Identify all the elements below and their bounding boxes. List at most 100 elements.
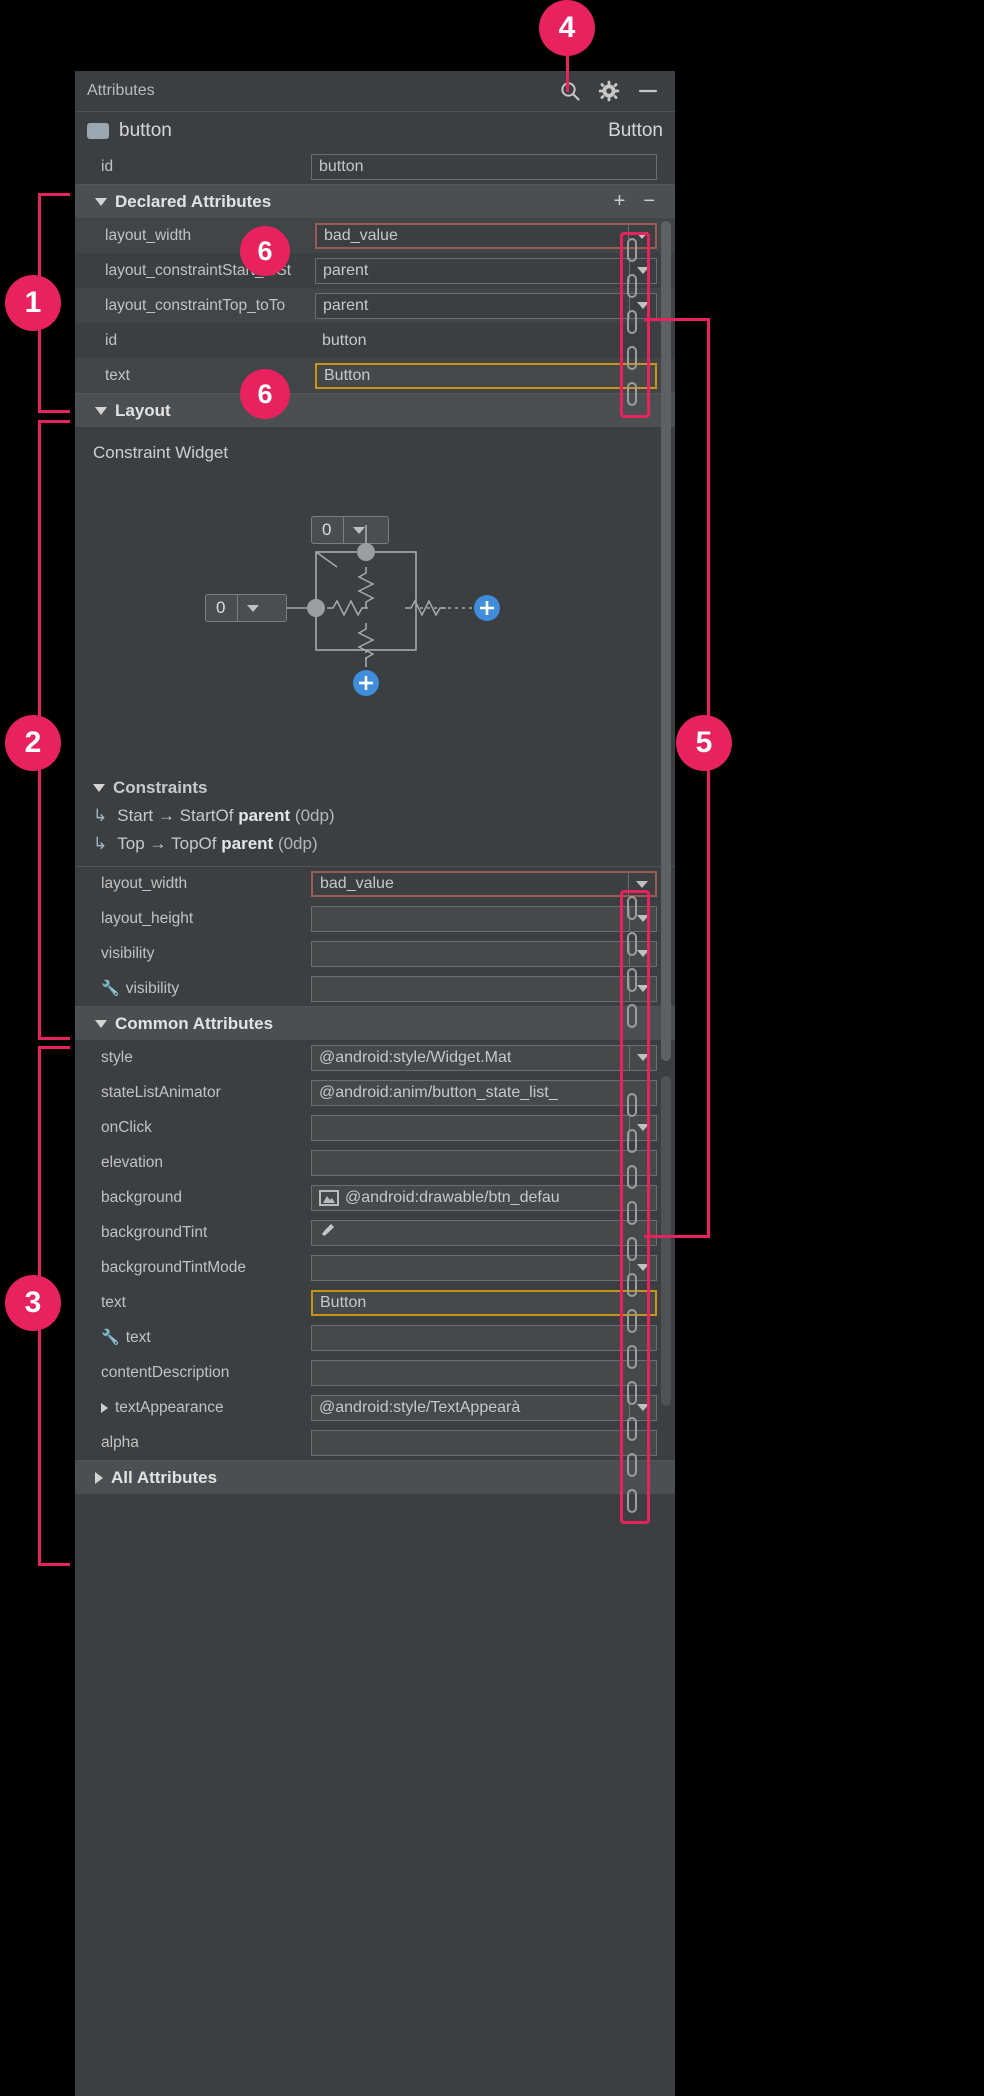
section-all-attributes[interactable]: All Attributes (75, 1460, 675, 1494)
common-row-background[interactable]: background @android:drawable/btn_defau (75, 1180, 675, 1215)
common-row-style[interactable]: style @android:style/Widget.Mat (75, 1040, 675, 1075)
row-label: textAppearance (101, 1399, 311, 1417)
backgroundtintmode-input[interactable] (311, 1254, 657, 1281)
row-label: layout_height (101, 909, 194, 927)
callout-6a-badge: 6 (240, 226, 290, 276)
add-attribute-button[interactable]: + (614, 190, 626, 213)
vertical-scrollbar-track[interactable] (661, 1076, 671, 1406)
constraint-top-input[interactable]: parent (315, 292, 657, 319)
row-label: style (101, 1048, 133, 1066)
common-row-textappearance[interactable]: textAppearance @android:style/TextAppear… (75, 1390, 675, 1425)
constraints-list: Constraints ↳ Start → StartOf parent (0d… (75, 772, 675, 866)
layout-row-tools-visibility[interactable]: 🔧 visibility (75, 971, 675, 1006)
chevron-down-icon (95, 406, 107, 415)
common-row-alpha[interactable]: alpha (75, 1425, 675, 1460)
row-label: stateListAnimator (101, 1083, 221, 1101)
layout-height-input[interactable] (311, 905, 657, 932)
value-text: button (322, 331, 367, 349)
layout-row-visibility[interactable]: visibility (75, 936, 675, 971)
common-row-onclick[interactable]: onClick (75, 1110, 675, 1145)
declared-row-id[interactable]: id button (75, 323, 675, 358)
onclick-input[interactable] (311, 1114, 657, 1141)
common-row-text[interactable]: text Button (75, 1285, 675, 1320)
callout-5-leader-top (644, 318, 710, 321)
row-label: id (101, 157, 114, 175)
declared-text-input[interactable]: Button (315, 362, 657, 389)
row-label: background (101, 1188, 183, 1206)
row-label: backgroundTint (101, 1223, 208, 1241)
statelistanimator-input[interactable]: @android:anim/button_state_list_ (311, 1079, 657, 1106)
callout-5-badge: 5 (676, 715, 732, 771)
declared-id-input[interactable]: button (315, 327, 657, 354)
constraints-header[interactable]: Constraints (75, 774, 675, 802)
tools-visibility-input[interactable] (311, 975, 657, 1002)
constraint-to: TopOf (171, 834, 217, 853)
contentdescription-input[interactable] (311, 1359, 657, 1386)
row-label-text: visibility (125, 980, 180, 997)
common-row-backgroundtintmode[interactable]: backgroundTintMode (75, 1250, 675, 1285)
common-row-statelistanimator[interactable]: stateListAnimator @android:anim/button_s… (75, 1075, 675, 1110)
lock-icons-common (624, 894, 640, 1519)
vertical-scrollbar-thumb[interactable] (661, 221, 671, 1061)
minimize-icon[interactable] (637, 80, 659, 102)
chevron-down-icon (95, 197, 107, 206)
layout-row-layout-width[interactable]: layout_width bad_value (75, 866, 675, 901)
section-common-attributes[interactable]: Common Attributes (75, 1006, 675, 1040)
value-text: bad_value (324, 226, 398, 244)
section-declared-attributes[interactable]: Declared Attributes + − (75, 184, 675, 218)
panel-titlebar: Attributes (75, 71, 675, 111)
constraint-diagram-icon (287, 525, 500, 696)
remove-attribute-button[interactable]: − (643, 190, 655, 213)
widget-type: Button (608, 119, 663, 141)
constraint-start-input[interactable]: parent (315, 257, 657, 284)
declared-row-layout-width[interactable]: layout_width bad_value (75, 218, 675, 253)
declared-row-text[interactable]: text Button (75, 358, 675, 393)
common-row-backgroundtint[interactable]: backgroundTint (75, 1215, 675, 1250)
background-input[interactable]: @android:drawable/btn_defau (311, 1184, 657, 1211)
gear-icon[interactable] (598, 80, 620, 102)
row-label: alpha (101, 1433, 139, 1451)
section-title: All Attributes (111, 1467, 218, 1487)
alpha-input[interactable] (311, 1429, 657, 1456)
row-label: 🔧 text (101, 1328, 311, 1347)
elevation-input[interactable] (311, 1149, 657, 1176)
callout-2-bracket-top (38, 420, 70, 423)
declared-row-constraint-start[interactable]: layout_constraintStart_toSt parent (75, 253, 675, 288)
text-input[interactable]: Button (311, 1289, 657, 1316)
common-row-tools-text[interactable]: 🔧 text (75, 1320, 675, 1355)
declared-row-constraint-top[interactable]: layout_constraintTop_toTo parent (75, 288, 675, 323)
backgroundtint-input[interactable] (311, 1219, 657, 1246)
id-input[interactable]: button (311, 153, 657, 180)
constraint-target: parent (238, 806, 291, 825)
layout-row-layout-height[interactable]: layout_height (75, 901, 675, 936)
search-icon[interactable] (559, 80, 581, 102)
visibility-input[interactable] (311, 940, 657, 967)
chevron-right-icon[interactable] (101, 1402, 108, 1413)
callout-5-leader-side (707, 318, 710, 1238)
style-input[interactable]: @android:style/Widget.Mat (311, 1044, 657, 1071)
row-label: onClick (101, 1118, 152, 1136)
value-text: parent (323, 261, 369, 279)
layout-width-input-2[interactable]: bad_value (311, 871, 657, 897)
common-row-contentdescription[interactable]: contentDescription (75, 1355, 675, 1390)
constraint-widget-title: Constraint Widget (93, 443, 229, 462)
chevron-down-icon (93, 784, 105, 792)
panel-title: Attributes (87, 82, 155, 99)
value-text: parent (323, 296, 369, 314)
row-label-text: text (125, 1329, 151, 1346)
row-label: id (105, 331, 118, 349)
common-row-elevation[interactable]: elevation (75, 1145, 675, 1180)
row-id[interactable]: id button (75, 149, 675, 184)
wrench-icon: 🔧 (101, 1329, 120, 1346)
constraint-widget-canvas[interactable]: 0 0 (75, 463, 675, 713)
constraint-item: ↳ Top → TopOf parent (0dp) (75, 830, 675, 858)
value-text: bad_value (320, 875, 394, 892)
section-layout[interactable]: Layout (75, 393, 675, 427)
constraint-widget-area: Constraint Widget 0 0 (75, 427, 675, 772)
eyedropper-icon[interactable] (319, 1222, 336, 1244)
panel-body: button Button id button Declared Attribu… (75, 111, 675, 2096)
tools-text-input[interactable] (311, 1324, 657, 1351)
row-label: visibility (101, 944, 155, 962)
layout-width-input[interactable]: bad_value (315, 222, 657, 249)
textappearance-input[interactable]: @android:style/TextAppearà (311, 1394, 657, 1421)
